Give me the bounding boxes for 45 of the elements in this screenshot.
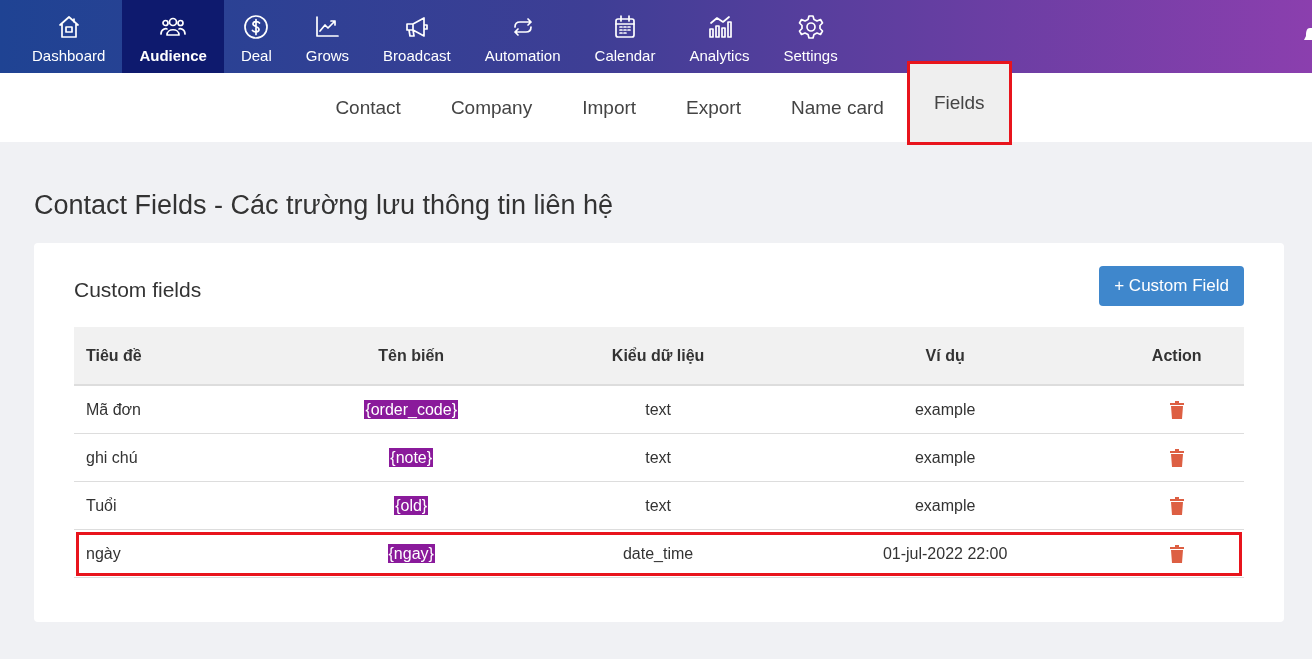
sub-tab[interactable]: Company xyxy=(425,73,558,142)
gear-icon xyxy=(796,13,825,41)
variable-tag: {order_code} xyxy=(364,399,458,419)
nav-item[interactable]: Audience xyxy=(122,0,224,73)
nav-item[interactable]: Grows xyxy=(288,0,367,73)
table-cell: text xyxy=(535,481,781,530)
column-header: Tên biến xyxy=(287,327,536,385)
variable-tag: {old} xyxy=(394,495,429,515)
add-custom-field-button[interactable]: + Custom Field xyxy=(1099,266,1244,306)
nav-item[interactable]: Settings xyxy=(766,0,855,73)
trash-icon[interactable] xyxy=(1168,496,1185,516)
table-cell: text xyxy=(535,433,781,482)
page-title: Contact Fields - Các trường lưu thông tin liên hệ xyxy=(33,189,615,222)
column-header: Ví dụ xyxy=(780,327,1110,385)
nav-item[interactable]: Dashboard xyxy=(0,0,123,73)
dollar-icon xyxy=(242,13,271,41)
table-cell: example xyxy=(780,481,1110,530)
table-cell: ngày xyxy=(74,529,287,578)
column-header: Kiểu dữ liệu xyxy=(535,327,781,385)
sub-tab[interactable]: Import xyxy=(557,73,662,142)
nav-item[interactable]: Analytics xyxy=(672,0,767,73)
table-cell: example xyxy=(780,433,1110,482)
variable-tag: {note} xyxy=(389,447,434,467)
table-cell: Mã đơn xyxy=(74,385,287,434)
table-cell: example xyxy=(780,385,1110,434)
nav-item[interactable]: Calendar xyxy=(577,0,673,73)
nav-item[interactable]: Broadcast xyxy=(366,0,468,73)
table-cell: 01-jul-2022 22:00 xyxy=(780,529,1110,578)
nav-item[interactable]: Deal xyxy=(223,0,289,73)
variable-tag: {ngay} xyxy=(387,543,435,563)
table-cell: ghi chú xyxy=(74,433,287,482)
trash-icon[interactable] xyxy=(1168,400,1185,420)
table-cell: Tuổi xyxy=(74,481,287,530)
table-cell: text xyxy=(535,385,781,434)
column-header: Tiêu đề xyxy=(74,327,287,385)
column-header: Action xyxy=(1109,327,1244,385)
sub-tab[interactable]: Contact xyxy=(310,73,426,142)
sub-tab[interactable]: Fields xyxy=(908,63,1010,143)
trash-icon[interactable] xyxy=(1168,544,1185,564)
sub-tab[interactable]: Name card xyxy=(766,73,909,142)
trash-icon[interactable] xyxy=(1168,448,1185,468)
card-title: Custom fields xyxy=(74,278,202,302)
sub-tab[interactable]: Export xyxy=(661,73,766,142)
nav-item[interactable]: Automation xyxy=(467,0,578,73)
table-cell: date_time xyxy=(535,529,781,578)
